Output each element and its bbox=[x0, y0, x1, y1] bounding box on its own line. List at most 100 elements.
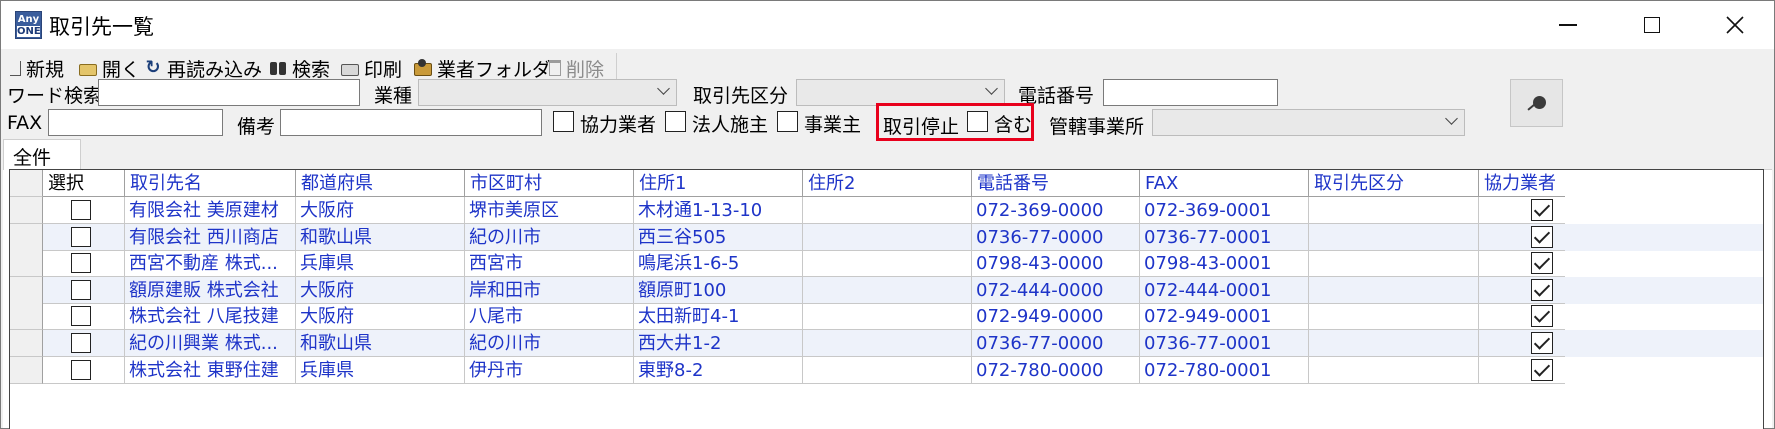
partner-type-select[interactable] bbox=[796, 79, 1005, 106]
cell-city[interactable]: 西宮市 bbox=[465, 250, 634, 278]
cell-prefecture[interactable]: 和歌山県 bbox=[296, 330, 465, 357]
cell-address1[interactable]: 木材通1-13-10 bbox=[634, 197, 803, 224]
cell-name[interactable]: 有限会社 西川商店 bbox=[125, 223, 296, 251]
cell-address2[interactable] bbox=[803, 223, 972, 251]
search-button[interactable]: 検索 bbox=[269, 55, 330, 81]
cell-partner-type[interactable] bbox=[1309, 250, 1479, 278]
cell-phone[interactable]: 072-369-0000 bbox=[972, 197, 1140, 224]
cell-address2[interactable] bbox=[803, 303, 972, 331]
cell-name[interactable]: 西宮不動産 株式... bbox=[125, 250, 296, 278]
cell-fax[interactable]: 072-369-0001 bbox=[1140, 197, 1309, 224]
row-select-checkbox[interactable] bbox=[71, 253, 91, 274]
cell-partner-type[interactable] bbox=[1309, 330, 1479, 357]
row-select-checkbox[interactable] bbox=[71, 359, 91, 380]
cooperator-checkbox-cell[interactable] bbox=[1531, 278, 1553, 301]
cell-prefecture[interactable]: 大阪府 bbox=[296, 303, 465, 331]
row-header[interactable] bbox=[10, 330, 43, 357]
cell-partner-type[interactable] bbox=[1309, 356, 1479, 384]
industry-select[interactable] bbox=[418, 79, 677, 106]
column-header-cooperator[interactable]: 協力業者 bbox=[1479, 170, 1565, 197]
cell-city[interactable]: 伊丹市 bbox=[465, 356, 634, 384]
cell-address1[interactable]: 東野8-2 bbox=[634, 356, 803, 384]
row-header[interactable] bbox=[10, 276, 43, 304]
table-row[interactable]: 有限会社 美原建材 大阪府 堺市美原区 木材通1-13-10 072-369-0000 0… bbox=[10, 197, 1763, 224]
column-header-fax[interactable]: FAX bbox=[1140, 170, 1309, 197]
maximize-button[interactable] bbox=[1610, 1, 1694, 49]
row-select-checkbox[interactable] bbox=[71, 333, 91, 353]
phone-input[interactable] bbox=[1103, 79, 1278, 106]
cell-address2[interactable] bbox=[803, 356, 972, 384]
cell-city[interactable]: 紀の川市 bbox=[465, 223, 634, 251]
column-header-address1[interactable]: 住所1 bbox=[634, 170, 803, 197]
table-row[interactable]: 株式会社 東野住建 兵庫県 伊丹市 東野8-2 072-780-0000 072-780-… bbox=[10, 356, 1763, 384]
delete-button[interactable]: 削除 bbox=[546, 55, 604, 81]
cell-city[interactable]: 堺市美原区 bbox=[465, 197, 634, 224]
row-select-checkbox[interactable] bbox=[71, 226, 91, 247]
cell-phone[interactable]: 072-780-0000 bbox=[972, 356, 1140, 384]
vendor-folder-button[interactable]: 業者フォルダ bbox=[414, 55, 551, 81]
close-button[interactable] bbox=[1693, 1, 1775, 49]
cell-partner-type[interactable] bbox=[1309, 223, 1479, 251]
column-header-address2[interactable]: 住所2 bbox=[803, 170, 972, 197]
row-header[interactable] bbox=[10, 303, 43, 331]
cell-name[interactable]: 株式会社 八尾技建 bbox=[125, 303, 296, 331]
cell-fax[interactable]: 0798-43-0001 bbox=[1140, 250, 1309, 278]
cell-address2[interactable] bbox=[803, 250, 972, 278]
minimize-button[interactable] bbox=[1526, 1, 1610, 49]
cell-name[interactable]: 額原建販 株式会社 bbox=[125, 276, 296, 304]
note-input[interactable] bbox=[280, 109, 542, 136]
cell-prefecture[interactable]: 兵庫県 bbox=[296, 250, 465, 278]
cell-city[interactable]: 岸和田市 bbox=[465, 276, 634, 304]
row-select-checkbox[interactable] bbox=[71, 200, 91, 220]
cell-fax[interactable]: 072-444-0001 bbox=[1140, 276, 1309, 304]
cooperator-checkbox-cell[interactable] bbox=[1531, 225, 1553, 248]
open-button[interactable]: 開く bbox=[79, 55, 140, 81]
cell-phone[interactable]: 072-949-0000 bbox=[972, 303, 1140, 331]
reload-button[interactable]: ↻ 再読み込み bbox=[144, 55, 262, 81]
cell-address2[interactable] bbox=[803, 276, 972, 304]
cell-fax[interactable]: 0736-77-0001 bbox=[1140, 330, 1309, 357]
row-select-checkbox[interactable] bbox=[71, 306, 91, 327]
new-button[interactable]: 新規 bbox=[7, 55, 64, 81]
cell-prefecture[interactable]: 和歌山県 bbox=[296, 223, 465, 251]
cell-phone[interactable]: 0736-77-0000 bbox=[972, 330, 1140, 357]
cell-fax[interactable]: 072-780-0001 bbox=[1140, 356, 1309, 384]
cell-city[interactable]: 紀の川市 bbox=[465, 330, 634, 357]
cell-phone[interactable]: 0736-77-0000 bbox=[972, 223, 1140, 251]
cell-address1[interactable]: 鳴尾浜1-6-5 bbox=[634, 250, 803, 278]
cell-phone[interactable]: 072-444-0000 bbox=[972, 276, 1140, 304]
cell-name[interactable]: 紀の川興業 株式... bbox=[125, 330, 296, 357]
row-header[interactable] bbox=[10, 356, 43, 384]
fax-input[interactable] bbox=[48, 109, 223, 136]
row-header[interactable] bbox=[10, 197, 43, 224]
cell-fax[interactable]: 072-949-0001 bbox=[1140, 303, 1309, 331]
column-header-phone[interactable]: 電話番号 bbox=[972, 170, 1140, 197]
cell-phone[interactable]: 0798-43-0000 bbox=[972, 250, 1140, 278]
cell-address1[interactable]: 西大井1-2 bbox=[634, 330, 803, 357]
column-header-name[interactable]: 取引先名 bbox=[125, 170, 296, 197]
cell-partner-type[interactable] bbox=[1309, 303, 1479, 331]
table-row[interactable]: 額原建販 株式会社 大阪府 岸和田市 額原町100 072-444-0000 072-44… bbox=[10, 276, 1763, 304]
table-row[interactable]: 西宮不動産 株式... 兵庫県 西宮市 鳴尾浜1-6-5 0798-43-0000 079… bbox=[10, 250, 1763, 278]
pin-button[interactable] bbox=[1510, 79, 1563, 127]
table-row[interactable]: 株式会社 八尾技建 大阪府 八尾市 太田新町4-1 072-949-0000 072-94… bbox=[10, 303, 1763, 331]
business-owner-checkbox[interactable] bbox=[777, 111, 798, 132]
table-row[interactable]: 紀の川興業 株式... 和歌山県 紀の川市 西大井1-2 0736-77-0000 073… bbox=[10, 330, 1763, 357]
column-header-prefecture[interactable]: 都道府県 bbox=[296, 170, 465, 197]
cell-address1[interactable]: 額原町100 bbox=[634, 276, 803, 304]
cooperator-checkbox-cell[interactable] bbox=[1531, 358, 1553, 381]
row-header[interactable] bbox=[10, 250, 43, 278]
column-header-partner-type[interactable]: 取引先区分 bbox=[1309, 170, 1479, 197]
print-button[interactable]: 印刷 bbox=[341, 55, 402, 81]
cooperator-checkbox[interactable] bbox=[553, 111, 574, 132]
cell-address2[interactable] bbox=[803, 330, 972, 357]
cell-prefecture[interactable]: 大阪府 bbox=[296, 197, 465, 224]
cell-name[interactable]: 株式会社 東野住建 bbox=[125, 356, 296, 384]
cell-prefecture[interactable]: 大阪府 bbox=[296, 276, 465, 304]
cell-fax[interactable]: 0736-77-0001 bbox=[1140, 223, 1309, 251]
tab-all[interactable]: 全件 bbox=[3, 139, 81, 170]
column-header-city[interactable]: 市区町村 bbox=[465, 170, 634, 197]
cooperator-checkbox-cell[interactable] bbox=[1531, 199, 1553, 221]
cell-address1[interactable]: 西三谷505 bbox=[634, 223, 803, 251]
corporate-owner-checkbox[interactable] bbox=[665, 111, 686, 132]
